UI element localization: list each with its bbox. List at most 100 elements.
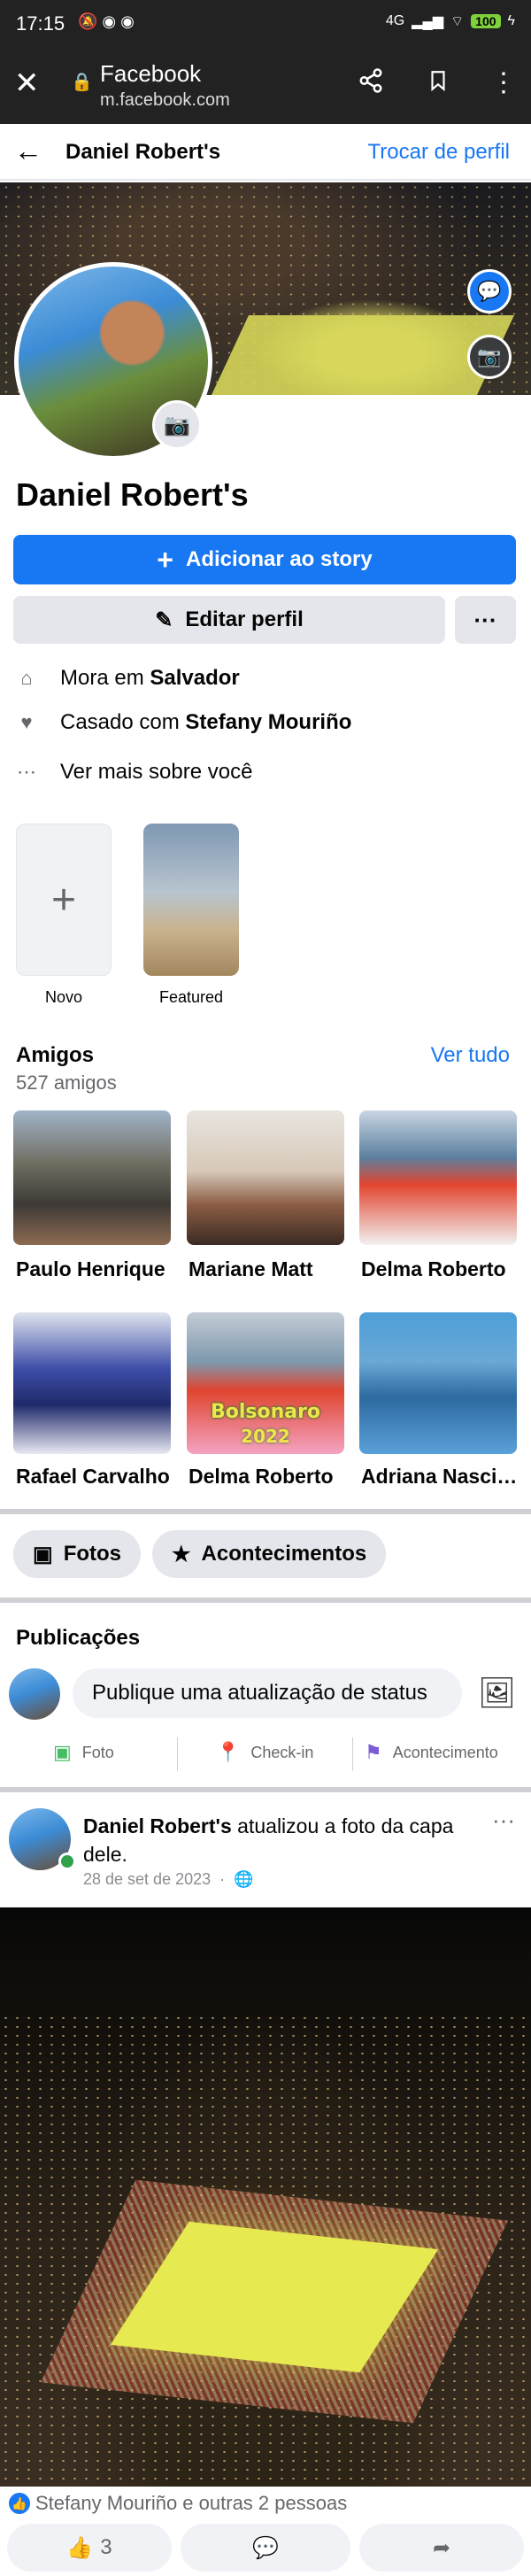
profile-name: Daniel Robert's [16, 476, 249, 513]
friend-photo[interactable]: Bolsonaro 2022 [187, 1312, 344, 1454]
friend-photo[interactable] [13, 1110, 171, 1245]
friend-name[interactable]: Adriana Nascimento [361, 1465, 520, 1489]
plus-icon: + [157, 543, 173, 576]
post-options-icon[interactable]: ··· [492, 1806, 515, 1834]
cover-camera-icon[interactable]: 📷 [467, 335, 512, 379]
close-icon[interactable]: ✕ [14, 66, 40, 101]
friends-title: Amigos [16, 1043, 95, 1067]
add-story-button[interactable]: + Adicionar ao story [13, 535, 516, 584]
friend-name[interactable]: Mariane Matt [189, 1257, 348, 1281]
home-icon: ⌂ [20, 667, 33, 689]
new-highlight-card[interactable]: + [16, 824, 112, 976]
status-composer-input[interactable]: Publique uma atualização de status [73, 1668, 462, 1718]
friend-photo[interactable] [359, 1110, 517, 1245]
composer-event-label: Acontecimento [392, 1743, 498, 1761]
detail-lives: ⌂ Mora em Salvador [16, 666, 240, 691]
friend-name[interactable]: Delma Roberto [361, 1257, 520, 1281]
comment-button[interactable]: 💬 [181, 2524, 350, 2572]
publications-title: Publicações [16, 1626, 141, 1650]
friend-photo[interactable] [187, 1110, 344, 1245]
add-story-label: Adicionar ao story [185, 547, 373, 571]
page-header: ← Daniel Robert's Trocar de perfil [0, 124, 531, 181]
post-header-text: Daniel Robert's atualizou a foto da capa… [83, 1812, 473, 1868]
network-label: 4G [385, 13, 405, 28]
more-options-button[interactable]: ··· [455, 596, 516, 644]
detail-relationship-text: Casado com Stefany Mouriño [60, 710, 352, 734]
composer-avatar[interactable] [9, 1668, 60, 1720]
friend-photo[interactable] [359, 1312, 517, 1454]
notification-icons: 🔕 ◉ ◉ [78, 12, 135, 30]
browser-toolbar: ✕ 🔒 Facebook m.facebook.com ⋮ [0, 50, 531, 124]
photo-icon: ▣ [53, 1741, 72, 1763]
status-time: 17:15 [16, 12, 65, 35]
composer-event-button[interactable]: ⚑ Acontecimento [365, 1741, 498, 1764]
cover-message-icon[interactable]: 💬 [467, 269, 512, 313]
photo-caption: Bolsonaro [210, 1401, 321, 1423]
events-tab[interactable]: ★ Acontecimentos [152, 1530, 387, 1578]
post-meta: 28 de set de 2023 · 🌐 [83, 1870, 254, 1889]
like-reaction-icon: 👍 [9, 2493, 30, 2514]
reactions-summary[interactable]: 👍 Stefany Mouriño e outras 2 pessoas [9, 2492, 347, 2515]
charging-icon: ϟ [507, 13, 515, 28]
share-button[interactable]: ➦ [359, 2524, 524, 2572]
gallery-icon[interactable]: 🖼 [478, 1675, 516, 1711]
more-dots-icon: ⋯ [17, 761, 36, 783]
separator [352, 1737, 353, 1771]
globe-icon: 🌐 [234, 1870, 254, 1888]
plus-icon: + [50, 876, 77, 924]
bookmark-icon[interactable] [427, 67, 450, 101]
composer-checkin-button[interactable]: 📍 Check-in [216, 1741, 313, 1764]
photo-caption-year: 2022 [241, 1426, 290, 1447]
photos-tab-label: Fotos [63, 1542, 122, 1566]
friend-name[interactable]: Rafael Carvalho [16, 1465, 175, 1489]
avatar-camera-icon[interactable]: 📷 [152, 400, 202, 450]
composer-photo-button[interactable]: ▣ Foto [53, 1741, 114, 1764]
see-more-about[interactable]: ⋯ Ver mais sobre você [16, 760, 252, 785]
browser-url[interactable]: m.facebook.com [100, 90, 230, 111]
status-bar: 17:15 🔕 ◉ ◉ 4G ▂▄▆ ⌔ 100 ϟ [0, 0, 531, 50]
like-count: 3 [100, 2535, 112, 2559]
lock-icon[interactable]: 🔒 [71, 71, 93, 93]
see-more-label: Ver mais sobre você [60, 760, 253, 784]
edit-profile-label: Editar perfil [185, 607, 304, 631]
switch-profile-link[interactable]: Trocar de perfil [368, 140, 511, 165]
highlight-label-new: Novo [44, 988, 83, 1006]
wifi-icon: ⌔ [450, 14, 465, 29]
header-profile-name: Daniel Robert's [65, 140, 221, 164]
status-right: 4G ▂▄▆ ⌔ 100 ϟ [386, 12, 515, 30]
events-tab-label: Acontecimentos [201, 1542, 367, 1566]
detail-relationship: ♥ Casado com Stefany Mouriño [16, 710, 351, 735]
thumbs-up-icon: 👍 [66, 2535, 94, 2560]
section-divider [0, 1509, 531, 1514]
browser-site-title: Facebook [100, 60, 202, 87]
back-arrow-icon[interactable]: ← [14, 135, 42, 167]
featured-highlight-card[interactable] [143, 824, 239, 976]
like-button[interactable]: 👍 3 [7, 2524, 172, 2572]
friend-name[interactable]: Delma Roberto [189, 1465, 348, 1489]
comment-icon: 💬 [252, 2535, 279, 2560]
friend-photo[interactable] [13, 1312, 171, 1454]
friends-see-all-link[interactable]: Ver tudo [431, 1043, 510, 1068]
star-icon: ★ [172, 1542, 191, 1566]
dot-separator: · [219, 1870, 226, 1888]
overflow-menu-icon[interactable]: ⋮ [490, 67, 517, 98]
share-icon[interactable] [358, 67, 384, 101]
share-arrow-icon: ➦ [432, 2535, 451, 2560]
flag-icon: ⚑ [365, 1741, 382, 1763]
signal-icon: ▂▄▆ [412, 14, 444, 29]
post-image[interactable] [0, 1907, 531, 2487]
friends-count: 527 amigos [16, 1071, 117, 1094]
post-author-name[interactable]: Daniel Robert's [83, 1814, 232, 1837]
edit-profile-button[interactable]: ✎ Editar perfil [13, 596, 445, 644]
photos-tab[interactable]: ▣ Fotos [13, 1530, 142, 1578]
photos-icon: ▣ [33, 1542, 53, 1566]
post-date[interactable]: 28 de set de 2023 [83, 1870, 211, 1889]
friend-name[interactable]: Paulo Henrique [16, 1257, 175, 1281]
battery-icon: 100 [471, 14, 501, 28]
online-status-dot [58, 1853, 76, 1870]
section-divider [0, 1597, 531, 1603]
section-divider [0, 1787, 531, 1792]
detail-lives-text: Mora em Salvador [60, 666, 240, 690]
composer-photo-label: Foto [81, 1743, 114, 1761]
location-pin-icon: 📍 [216, 1741, 241, 1763]
